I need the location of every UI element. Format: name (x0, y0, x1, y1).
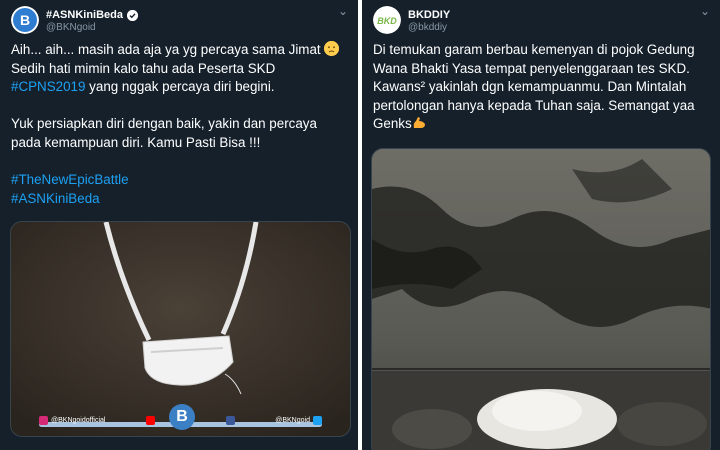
tweet-card-bkngoid: B #ASNKiniBeda @BKNgoid ⌄ Aih... aih... … (0, 0, 358, 450)
youtube-icon (146, 415, 156, 425)
verified-badge-icon (127, 9, 139, 21)
flexed-biceps-icon (412, 115, 427, 130)
instagram-icon (39, 415, 48, 425)
salt-pile-photo-icon (372, 149, 710, 450)
tweet-text: Di temukan garam berbau kemenyan di pojo… (373, 42, 695, 132)
handle[interactable]: @bkddiy (408, 22, 447, 33)
avatar[interactable]: BKD (373, 6, 401, 34)
tweet-media-image[interactable]: @BKNgoidofficial @BKNgoid B (10, 221, 351, 437)
tweet-media-image[interactable] (371, 148, 711, 450)
twitter-icon (312, 415, 322, 425)
hashtag-link[interactable]: #ASNKiniBeda (11, 191, 100, 206)
hashtag-link[interactable]: #CPNS2019 (11, 79, 85, 94)
chevron-down-icon[interactable]: ⌄ (700, 4, 710, 18)
avatar[interactable]: B (11, 6, 39, 34)
disappointed-face-icon (324, 41, 340, 56)
bkn-logo-icon: B (169, 404, 195, 430)
chevron-down-icon[interactable]: ⌄ (338, 4, 348, 18)
display-name[interactable]: #ASNKiniBeda (46, 9, 123, 21)
hashtag-link[interactable]: #TheNewEpicBattle (11, 172, 129, 187)
svg-text:BKD: BKD (377, 16, 397, 26)
tweet-card-bkddiy: BKD BKDDIY @bkddiy ⌄ Di temukan garam be… (362, 0, 720, 450)
handle[interactable]: @BKNgoid (46, 22, 96, 33)
display-name[interactable]: BKDDIY (408, 9, 450, 21)
tweet-text: Aih... aih... masih ada aja ya yg percay… (11, 41, 340, 208)
facebook-icon (225, 415, 235, 425)
svg-text:B: B (20, 12, 30, 28)
